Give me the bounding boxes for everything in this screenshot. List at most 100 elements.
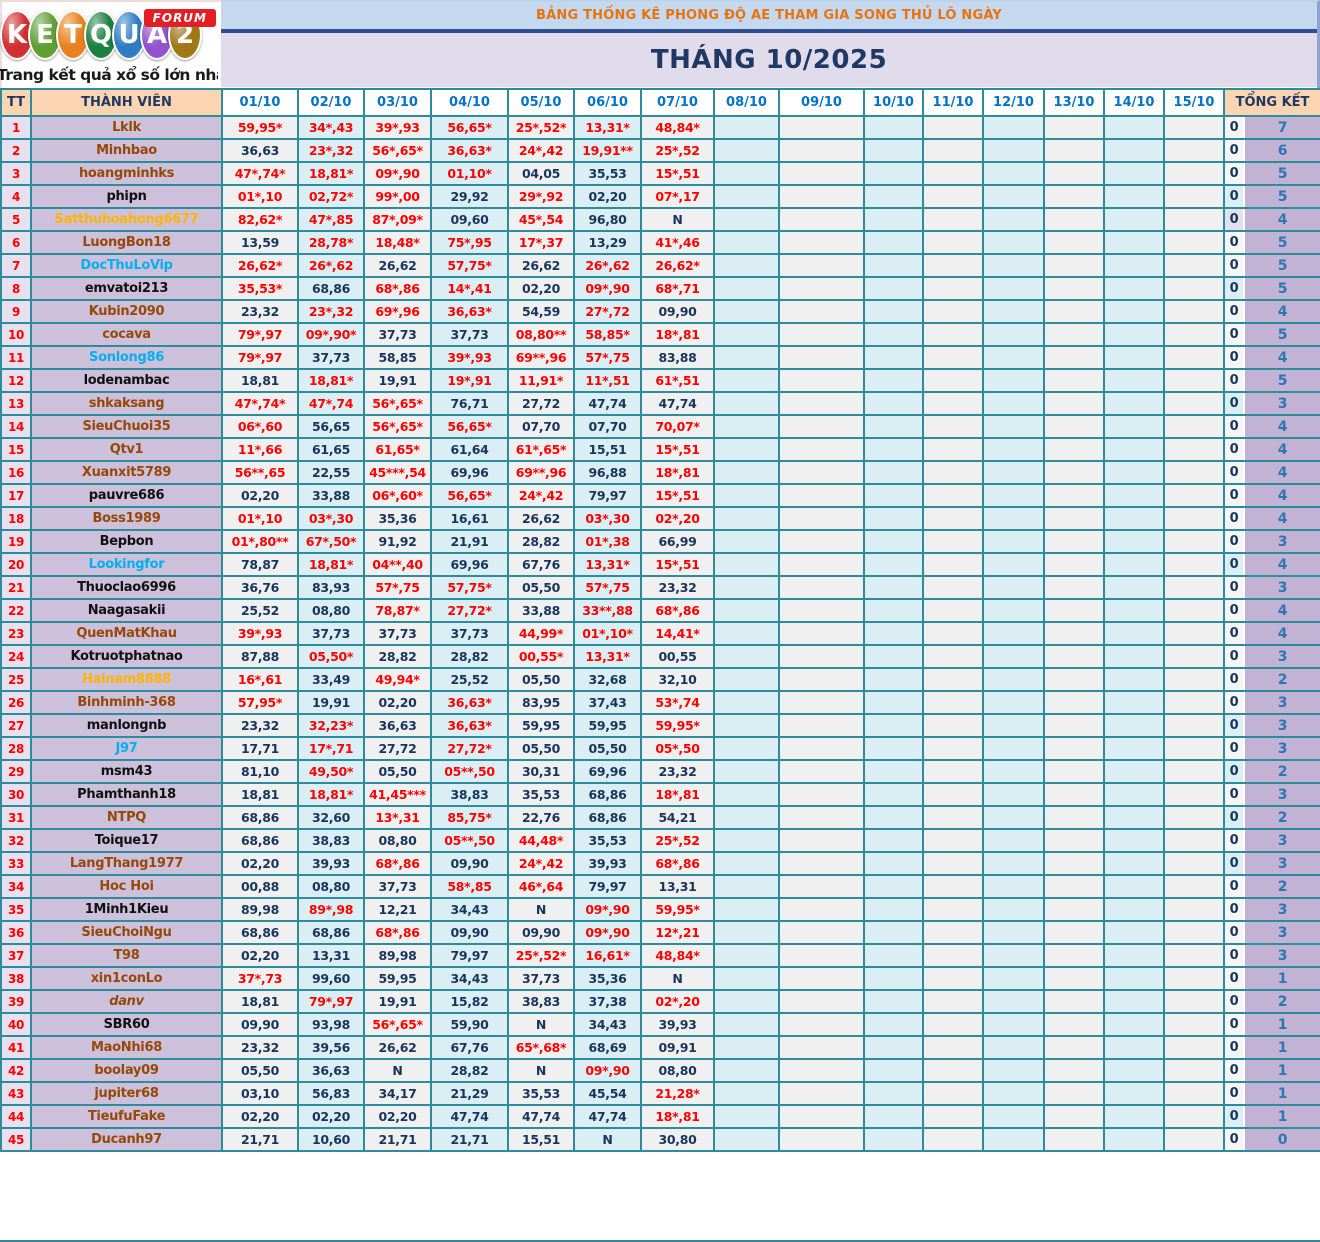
day-value-cell: 09*,90* <box>297 322 365 347</box>
col-header-day: 04/10 <box>430 88 509 117</box>
member-name[interactable]: Ducanh97 <box>30 1127 223 1152</box>
member-name[interactable]: Sonlong86 <box>30 345 223 370</box>
member-name[interactable]: SieuChoiNgu <box>30 920 223 945</box>
member-name[interactable]: phipn <box>30 184 223 209</box>
member-name[interactable]: TieufuFake <box>30 1104 223 1129</box>
member-name[interactable]: Minhbao <box>30 138 223 163</box>
col-header-day: 03/10 <box>363 88 432 117</box>
empty-day-cell <box>982 598 1045 623</box>
day-value-cell: 09*,90 <box>573 1058 642 1083</box>
member-name[interactable]: Lklk <box>30 115 223 140</box>
member-name[interactable]: T98 <box>30 943 223 968</box>
day-value-cell: 34*,43 <box>297 115 365 140</box>
empty-day-cell <box>778 1081 865 1106</box>
member-name[interactable]: Satthuhoahong6677 <box>30 207 223 232</box>
member-name[interactable]: Lookingfor <box>30 552 223 577</box>
empty-day-cell <box>982 437 1045 462</box>
member-name[interactable]: Toique17 <box>30 828 223 853</box>
member-name[interactable]: Bepbon <box>30 529 223 554</box>
day-value-cell: 35,53 <box>507 1081 575 1106</box>
empty-day-cell <box>1103 437 1165 462</box>
member-name[interactable]: xin1conLo <box>30 966 223 991</box>
empty-day-cell <box>1103 253 1165 278</box>
member-name[interactable]: NTPQ <box>30 805 223 830</box>
total-cell: 2 <box>1242 759 1320 784</box>
member-name[interactable]: msm43 <box>30 759 223 784</box>
day-value-cell: 67,76 <box>430 1035 509 1060</box>
member-name[interactable]: 1Minh1Kieu <box>30 897 223 922</box>
day-value-cell: 45*,54 <box>507 207 575 232</box>
tt-cell: 44 <box>0 1104 32 1129</box>
empty-day-cell <box>778 345 865 370</box>
day-value-cell: 18*,81 <box>640 1104 715 1129</box>
day-value-cell: 85,75* <box>430 805 509 830</box>
member-name[interactable]: Xuanxit5789 <box>30 460 223 485</box>
tt-cell: 1 <box>0 115 32 140</box>
empty-day-cell <box>922 966 984 991</box>
day-value-cell: 23,32 <box>221 299 299 324</box>
member-name[interactable]: LuongBon18 <box>30 230 223 255</box>
member-name[interactable]: Thuoclao6996 <box>30 575 223 600</box>
day-value-cell: 58*,85 <box>430 874 509 899</box>
member-name[interactable]: Hoc Hoi <box>30 874 223 899</box>
empty-day-cell <box>713 621 780 646</box>
empty-day-cell <box>778 1127 865 1152</box>
empty-day-cell <box>863 391 924 416</box>
member-name[interactable]: Binhminh-368 <box>30 690 223 715</box>
empty-day-cell <box>922 414 984 439</box>
member-name[interactable]: Kotruotphatnao <box>30 644 223 669</box>
empty-day-cell <box>778 828 865 853</box>
member-name[interactable]: lodenambac <box>30 368 223 393</box>
empty-day-cell <box>863 552 924 577</box>
empty-day-cell <box>713 529 780 554</box>
member-name[interactable]: QuenMatKhau <box>30 621 223 646</box>
day-value-cell: 19,91 <box>363 368 432 393</box>
member-name[interactable]: Hainam8888 <box>30 667 223 692</box>
member-name[interactable]: SBR60 <box>30 1012 223 1037</box>
member-name[interactable]: jupiter68 <box>30 1081 223 1106</box>
day-value-cell: 26,62 <box>507 253 575 278</box>
day-value-cell: 68*,71 <box>640 276 715 301</box>
member-name[interactable]: pauvre686 <box>30 483 223 508</box>
member-name[interactable]: DocThuLoVip <box>30 253 223 278</box>
day-value-cell: 59,95* <box>640 713 715 738</box>
zero-cell: 0 <box>1223 1035 1245 1060</box>
member-name[interactable]: LangThang1977 <box>30 851 223 876</box>
zero-cell: 0 <box>1223 299 1245 324</box>
empty-day-cell <box>713 1035 780 1060</box>
member-name[interactable]: emvatoi213 <box>30 276 223 301</box>
empty-day-cell <box>922 897 984 922</box>
member-name[interactable]: SieuChuoi35 <box>30 414 223 439</box>
member-name[interactable]: hoangminhks <box>30 161 223 186</box>
empty-day-cell <box>982 690 1045 715</box>
member-name[interactable]: cocava <box>30 322 223 347</box>
member-name[interactable]: Phamthanh18 <box>30 782 223 807</box>
day-value-cell: 05**,50 <box>430 828 509 853</box>
empty-day-cell <box>778 529 865 554</box>
day-value-cell: 19,91** <box>573 138 642 163</box>
member-name[interactable]: J97 <box>30 736 223 761</box>
member-name[interactable]: Naagasakii <box>30 598 223 623</box>
member-name[interactable]: boolay09 <box>30 1058 223 1083</box>
empty-day-cell <box>1043 966 1105 991</box>
tt-cell: 26 <box>0 690 32 715</box>
member-name[interactable]: Kubin2090 <box>30 299 223 324</box>
member-name[interactable]: shkaksang <box>30 391 223 416</box>
member-name[interactable]: MaoNhi68 <box>30 1035 223 1060</box>
day-value-cell: 33**,88 <box>573 598 642 623</box>
empty-day-cell <box>982 529 1045 554</box>
empty-day-cell <box>778 874 865 899</box>
table-row: 4 phipn 01*,10 02,72* 99*,00 29,92 29*,92 02,20… <box>0 184 1320 209</box>
day-value-cell: 18,81 <box>221 368 299 393</box>
member-name[interactable]: Qtv1 <box>30 437 223 462</box>
zero-cell: 0 <box>1223 368 1245 393</box>
member-name[interactable]: danv <box>30 989 223 1014</box>
member-name[interactable]: manlongnb <box>30 713 223 738</box>
zero-cell: 0 <box>1223 874 1245 899</box>
zero-cell: 0 <box>1223 713 1245 738</box>
day-value-cell: 33,88 <box>507 598 575 623</box>
empty-day-cell <box>1163 736 1225 761</box>
site-logo[interactable]: KETQUA2 FORUM Trang kết quả xổ số lớn nh… <box>0 0 221 88</box>
member-name[interactable]: Boss1989 <box>30 506 223 531</box>
day-value-cell: 37,73 <box>430 621 509 646</box>
